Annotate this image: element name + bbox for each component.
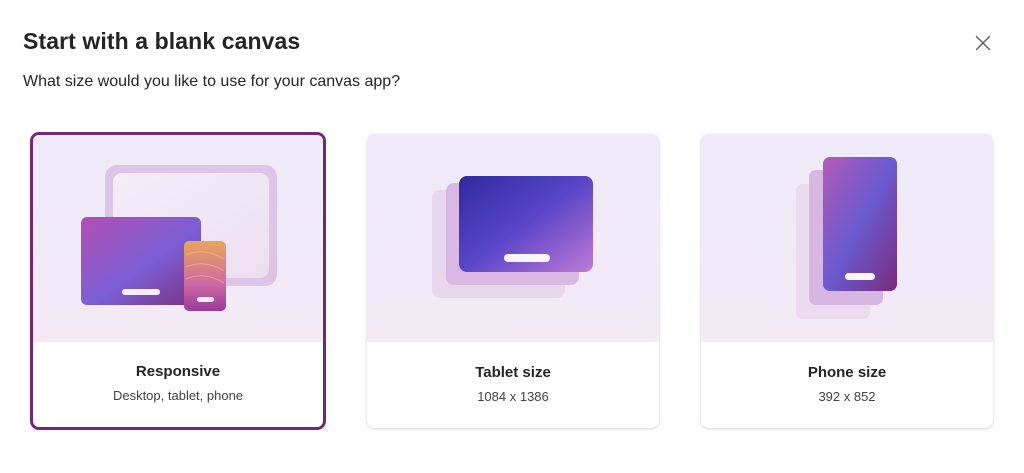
option-name: Phone size [807, 364, 887, 381]
option-name: Responsive [135, 363, 221, 380]
option-card-phone[interactable]: Phone size 392 x 852 [701, 134, 993, 428]
close-button[interactable] [972, 32, 994, 54]
tablet-illustration [367, 134, 659, 342]
dialog-title: Start with a blank canvas [23, 28, 301, 54]
option-name: Tablet size [475, 364, 551, 381]
option-card-tablet[interactable]: Tablet size 1084 x 1386 [367, 134, 659, 428]
responsive-illustration [33, 135, 323, 342]
close-icon [975, 35, 991, 51]
option-card-responsive[interactable]: Responsive Desktop, tablet, phone [30, 132, 326, 430]
option-description: 392 x 852 [818, 389, 876, 404]
dialog-subtitle: What size would you like to use for your… [23, 73, 401, 90]
option-description: Desktop, tablet, phone [112, 388, 244, 403]
phone-illustration [701, 134, 993, 342]
option-description: 1084 x 1386 [477, 389, 549, 404]
